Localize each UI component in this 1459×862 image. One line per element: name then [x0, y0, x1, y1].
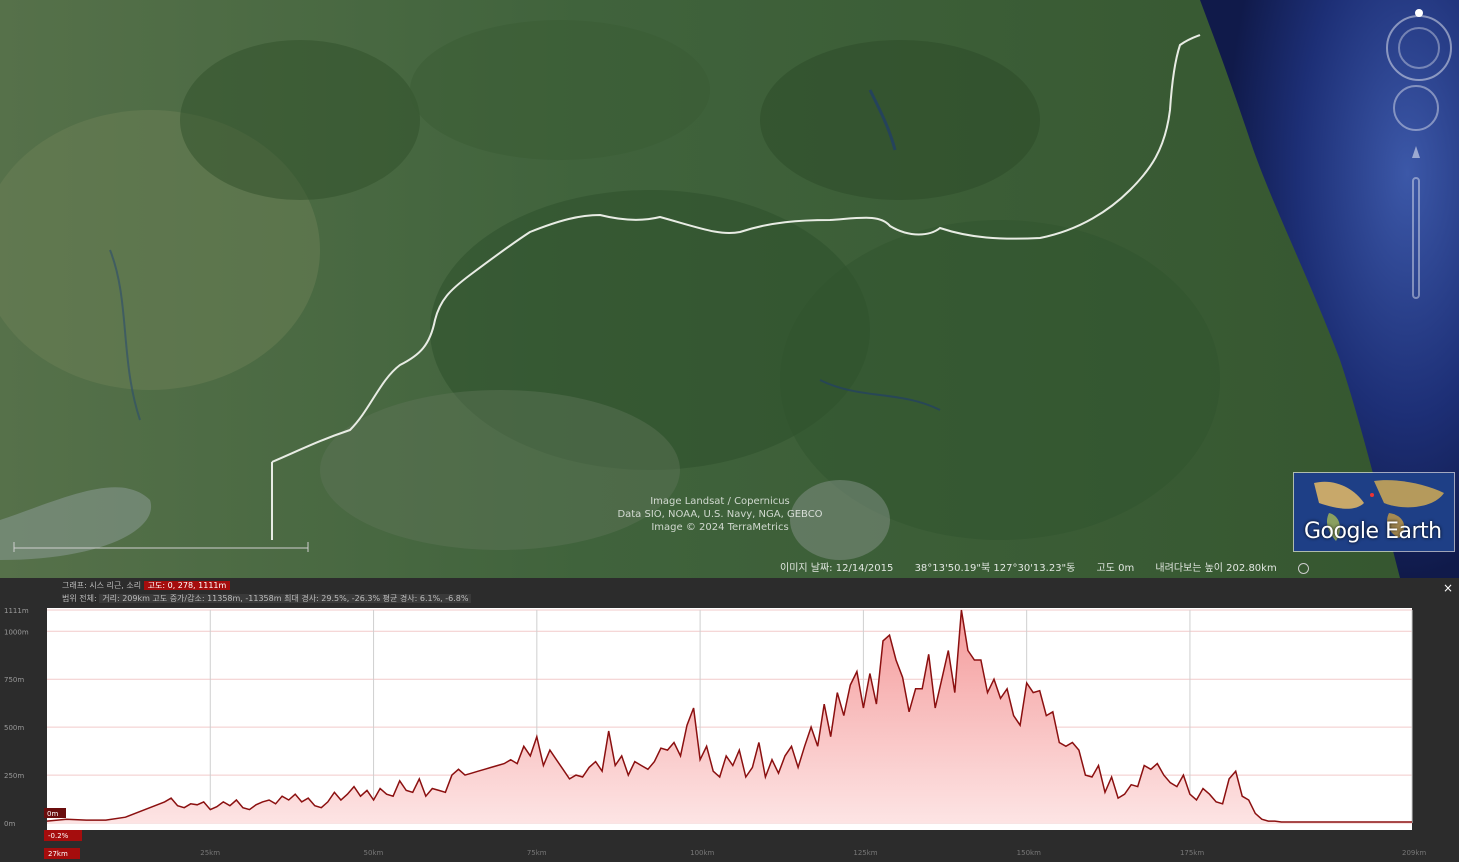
profile-header-line1: 그래프: 시스 리근, 소리 고도: 0, 278, 1111m: [62, 580, 231, 591]
compass-ring-icon[interactable]: [1386, 15, 1452, 81]
map-attribution: Image Landsat / Copernicus Data SIO, NOA…: [590, 495, 850, 534]
y-tick-label: 1111m: [4, 608, 29, 615]
x-tick-label: 75km: [527, 849, 547, 857]
overview-minimap[interactable]: Google Earth: [1293, 472, 1455, 552]
graph-label: 그래프: 시스 리근, 소리: [62, 581, 142, 590]
elevation-summary-badge: 고도: 0, 278, 1111m: [143, 581, 231, 590]
cursor-elevation-badge: 0m: [47, 810, 58, 818]
elevation-profile-chart[interactable]: 0m 250m 500m 750m 1000m 1111m 25km 50km 75km 100…: [0, 608, 1459, 862]
attribution-line: Image © 2024 TerraMetrics: [651, 522, 789, 533]
range-label: 범위 전체:: [62, 594, 97, 603]
map-imagery: [0, 0, 1459, 578]
pegman-icon[interactable]: [1412, 146, 1420, 158]
profile-header-line2: 범위 전체: 거리: 209km 고도 증가/감소: 11358m, -1135…: [62, 593, 472, 604]
cursor-slope-badge: -0.2%: [48, 832, 69, 840]
attribution-line: Image Landsat / Copernicus: [650, 496, 790, 507]
satellite-map[interactable]: Image Landsat / Copernicus Data SIO, NOA…: [0, 0, 1459, 578]
north-indicator-icon[interactable]: [1415, 9, 1423, 17]
look-joystick-icon[interactable]: [1393, 85, 1439, 131]
x-tick-label: 100km: [690, 849, 714, 857]
attribution-line: Data SIO, NOAA, U.S. Navy, NGA, GEBCO: [617, 509, 823, 520]
range-stats: 거리: 209km 고도 증가/감소: 11358m, -11358m 최대 경…: [99, 594, 472, 603]
x-tick-label: 209km: [1402, 849, 1426, 857]
x-tick-label: 25km: [200, 849, 220, 857]
y-tick-label: 500m: [4, 724, 24, 732]
cursor-distance-badge: 27km: [48, 850, 68, 858]
x-tick-label: 50km: [364, 849, 384, 857]
navigation-controls[interactable]: [1384, 8, 1456, 308]
elevation-profile-panel: 그래프: 시스 리근, 소리 고도: 0, 278, 1111m 범위 전체: …: [0, 578, 1459, 862]
y-tick-label: 750m: [4, 676, 24, 684]
x-tick-label: 125km: [853, 849, 877, 857]
image-date: 이미지 날짜: 12/14/2015: [780, 563, 894, 574]
status-indicator-icon: [1297, 562, 1309, 574]
y-tick-label: 0m: [4, 820, 15, 828]
map-status-bar: 이미지 날짜: 12/14/2015 38°13'50.19"북 127°30'…: [780, 560, 1459, 578]
y-tick-label: 1000m: [4, 628, 29, 636]
ground-elevation: 고도 0m: [1096, 563, 1135, 574]
close-profile-button[interactable]: ×: [1443, 581, 1453, 595]
eye-altitude: 내려다보는 높이 202.80km: [1155, 563, 1277, 574]
google-earth-logo: Google Earth: [1304, 519, 1442, 544]
x-tick-label: 175km: [1180, 849, 1204, 857]
cursor-coordinates: 38°13'50.19"북 127°30'13.23"동: [914, 563, 1076, 574]
x-tick-label: 150km: [1017, 849, 1041, 857]
zoom-slider[interactable]: [1412, 177, 1420, 299]
y-tick-label: 250m: [4, 772, 24, 780]
